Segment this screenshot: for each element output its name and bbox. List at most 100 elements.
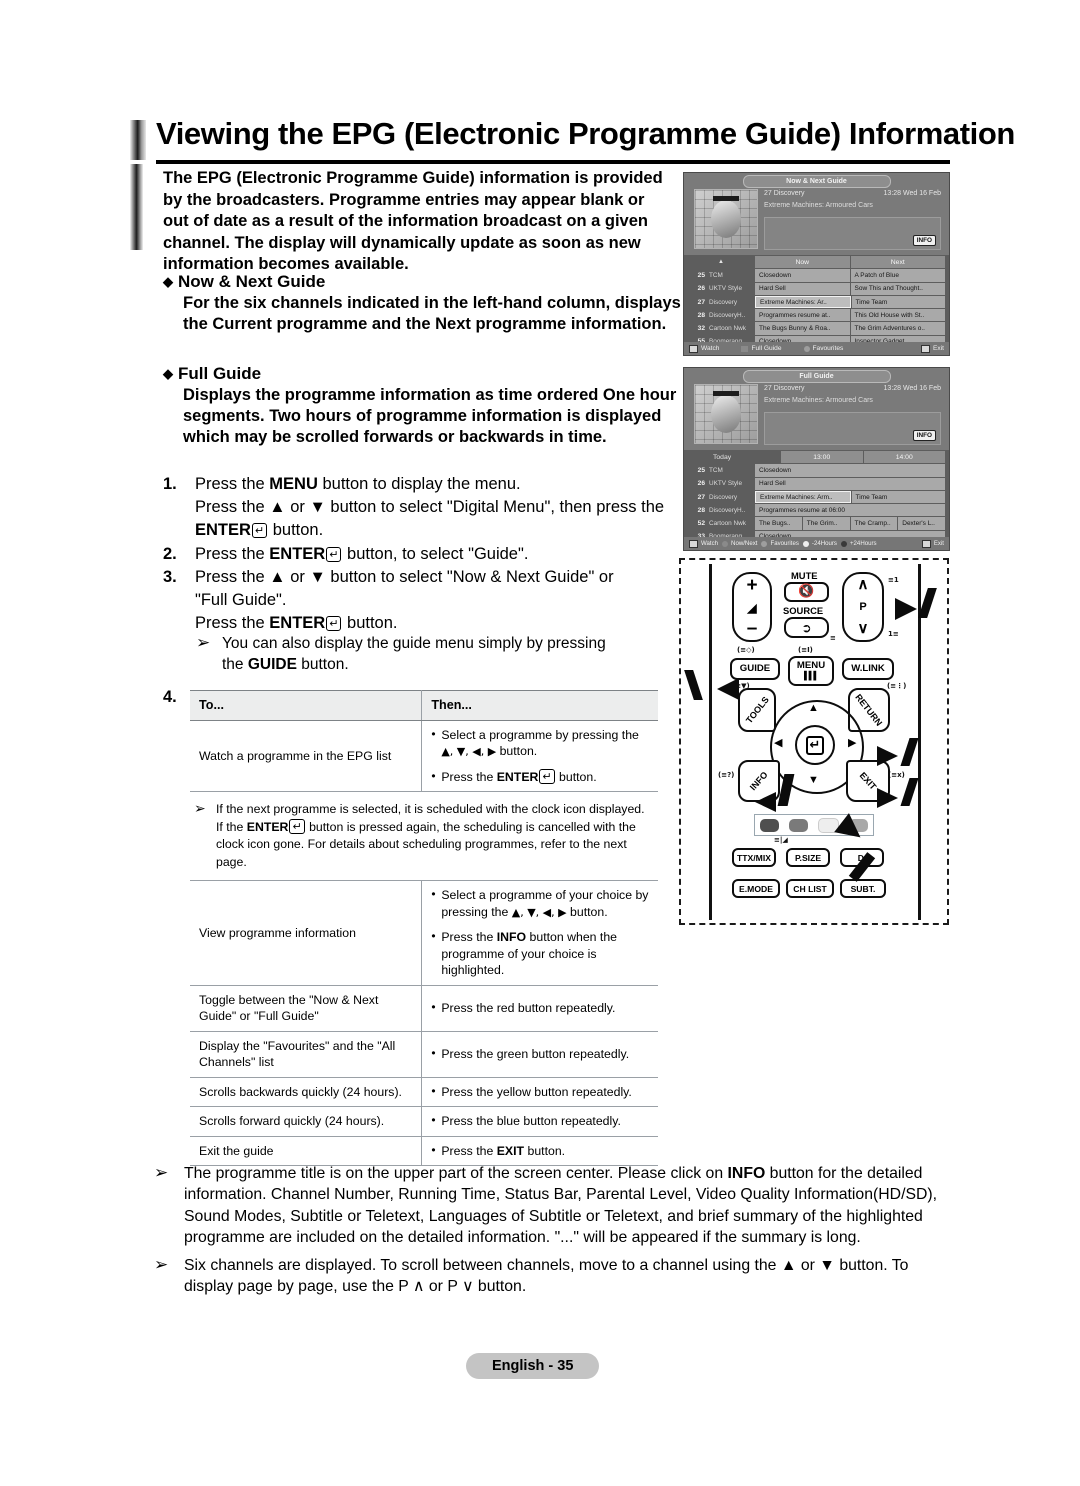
channel-row[interactable]: 28 DiscoveryH.. Programmes resume at.. This… (687, 309, 946, 322)
column-header-next: Next (850, 256, 945, 269)
guide-title: Full Guide (742, 370, 891, 383)
action-bullet: Select a programme by pressing the ▲, ▼,… (431, 726, 649, 761)
volume-up-label: + (746, 575, 758, 597)
volume-icon: ◢ (747, 600, 757, 615)
enter-button-ref: ENTER (195, 521, 251, 539)
now-programme-cell[interactable]: Closedown (755, 269, 850, 282)
guide-preview-panel: Now & Next Guide 27 Discovery Extreme Ma… (684, 173, 949, 255)
step-text: Press the (195, 498, 270, 516)
programme-cell[interactable]: The Bugs.. (755, 517, 802, 530)
wlink-button[interactable]: W.LINK (842, 658, 894, 680)
next-programme-cell[interactable]: The Grim Adventures o.. (850, 322, 945, 335)
programme-cell[interactable]: Programmes resume at 06:00 (755, 504, 945, 517)
channel-row[interactable]: 25 TCM Closedown A Patch of Blue (687, 269, 946, 282)
footer-label: -24Hours (811, 540, 837, 547)
chlist-button[interactable]: CH LIST (786, 879, 834, 898)
now-programme-cell-selected[interactable]: Extreme Machines: Ar.. (755, 295, 851, 309)
channel-row[interactable]: 28 DiscoveryH.. Programmes resume at 06:00 (687, 504, 946, 517)
programme-cell[interactable]: Time Team (851, 490, 945, 504)
subt-button[interactable]: SUBT. (840, 879, 886, 898)
footer-item-favourites[interactable]: Favourites (803, 345, 843, 352)
direction-arrows-icon: ▲, ▼, ◀, ▶ (441, 745, 497, 758)
step-body: Press the MENU button to display the men… (195, 473, 683, 542)
channel-row[interactable]: 25 TCM Closedown (687, 464, 946, 477)
cell-to: View programme information (190, 880, 423, 986)
mute-button[interactable]: 🔇 (784, 582, 829, 602)
table-row: Display the "Favourites" and the "All Ch… (190, 1030, 658, 1078)
action-bullet: Press the blue button repeatedly. (431, 1112, 649, 1130)
footer-item-watch[interactable]: Watch (689, 539, 718, 548)
programme-cell[interactable]: Closedown (755, 464, 945, 477)
channel-name: Cartoon Nwk (709, 325, 746, 333)
step-text: button. (342, 614, 398, 632)
dpad-left-icon[interactable]: ◀ (774, 736, 782, 749)
channel-row[interactable]: 32 Cartoon Nwk The Bugs Bunny & Roa.. The G… (687, 322, 946, 335)
source-button[interactable]: ➲ (784, 617, 829, 638)
bullet-text: Press the (441, 1143, 497, 1158)
channel-rocker[interactable]: ∧ P ∨ (842, 572, 884, 642)
footer-item-now-next[interactable]: Now/Next (722, 540, 757, 547)
cell-to: Display the "Favourites" and the "All Ch… (190, 1030, 423, 1078)
now-next-grid[interactable]: ▲ Now Next 25 TCM Closedown A Patch of Blue… (684, 255, 949, 355)
footer-label: +24Hours (849, 540, 877, 547)
menu-button[interactable]: MENU ▌▌▌ (788, 656, 834, 686)
volume-rocker[interactable]: + ◢ – (732, 572, 772, 642)
enter-button-ref: ENTER (246, 819, 289, 834)
step-text: Press the (195, 545, 270, 563)
programme-cell[interactable]: Hard Sell (755, 477, 945, 490)
channel-row-selected[interactable]: 27 Discovery Extreme Machines: Arm.. Time T… (687, 490, 946, 504)
programme-cell[interactable]: The Cramp.. (850, 517, 898, 530)
action-bullet: Press the INFO button when the programme… (431, 928, 649, 979)
channel-row-selected[interactable]: 27 Discovery Extreme Machines: Ar.. Time Te… (687, 295, 946, 309)
dpad-right-icon[interactable]: ▶ (848, 736, 856, 749)
scroll-up-icon[interactable]: ▲ (687, 256, 755, 268)
bullet-text: button. (524, 1143, 566, 1158)
channel-number: 28 (697, 311, 705, 319)
programme-cell[interactable]: Dexter's L.. (898, 517, 945, 530)
current-programme-label: Extreme Machines: Armoured Cars (764, 397, 873, 404)
dpad-down-icon[interactable]: ▼ (808, 774, 819, 786)
ttxmix-button[interactable]: TTX/MIX (732, 848, 776, 867)
footer-item-watch[interactable]: Watch (689, 344, 719, 353)
now-programme-cell[interactable]: The Bugs Bunny & Roa.. (755, 322, 850, 335)
next-programme-cell[interactable]: A Patch of Blue (850, 269, 945, 282)
footer-item-full-guide[interactable]: Full Guide (741, 345, 782, 352)
now-programme-cell[interactable]: Programmes resume at.. (755, 309, 850, 322)
info-label: INFO (748, 769, 770, 793)
footer-item-exit[interactable]: Exit (921, 344, 944, 353)
table-inline-note-row: ➢ If the next programme is selected, it i… (190, 791, 658, 881)
green-colour-button[interactable] (789, 818, 808, 832)
next-programme-cell[interactable]: Sow This and Thought.. (850, 282, 945, 295)
action-bullet: Press the yellow button repeatedly. (431, 1083, 649, 1101)
channel-row[interactable]: 26 UKTV Style Hard Sell (687, 477, 946, 490)
channel-row[interactable]: 52 Cartoon Nwk The Bugs.. The Grim.. The Cra… (687, 517, 946, 530)
note-arrow-icon: ➢ (154, 1163, 169, 1183)
footer-item-favourites[interactable]: Favourites (761, 540, 799, 547)
step-3-note: ➢ You can also display the guide menu si… (196, 633, 676, 675)
channel-row[interactable]: 26 UKTV Style Hard Sell Sow This and Though… (687, 282, 946, 295)
guide-button[interactable]: GUIDE (730, 658, 780, 680)
footer-item-exit[interactable]: Exit (921, 539, 944, 548)
footer-item-plus-24h[interactable]: +24Hours (840, 540, 877, 547)
footer-item-minus-24h[interactable]: -24Hours (802, 540, 837, 547)
emode-button[interactable]: E.MODE (732, 879, 780, 898)
red-key-icon (722, 540, 729, 547)
now-programme-cell[interactable]: Hard Sell (755, 282, 850, 295)
step-text: Press the (195, 475, 270, 493)
full-guide-grid[interactable]: Today 13:00 14:00 25 TCM Closedown 26 UKTV … (684, 450, 949, 550)
red-colour-button[interactable] (760, 818, 779, 832)
bullet-text: Press the green button repeatedly. (441, 1046, 630, 1061)
exit-label: EXIT (857, 770, 879, 792)
programme-cell[interactable]: The Grim.. (802, 517, 850, 530)
dpad-up-icon[interactable]: ▲ (808, 702, 819, 714)
enter-button-ref: ENTER (269, 614, 326, 632)
next-programme-cell[interactable]: This Old House with St.. (850, 309, 945, 322)
psize-button[interactable]: P.SIZE (786, 848, 830, 867)
programme-cell-selected[interactable]: Extreme Machines: Arm.. (755, 490, 851, 504)
enter-button[interactable]: ↵ (795, 725, 835, 765)
channel-number: 27 (697, 493, 705, 501)
tools-button[interactable]: TOOLS (738, 688, 776, 732)
bottom-note: ➢ Six channels are displayed. To scroll b… (150, 1255, 950, 1298)
next-programme-cell[interactable]: Time Team (851, 295, 945, 309)
bullet-text: Select a programme by pressing the (441, 727, 639, 742)
